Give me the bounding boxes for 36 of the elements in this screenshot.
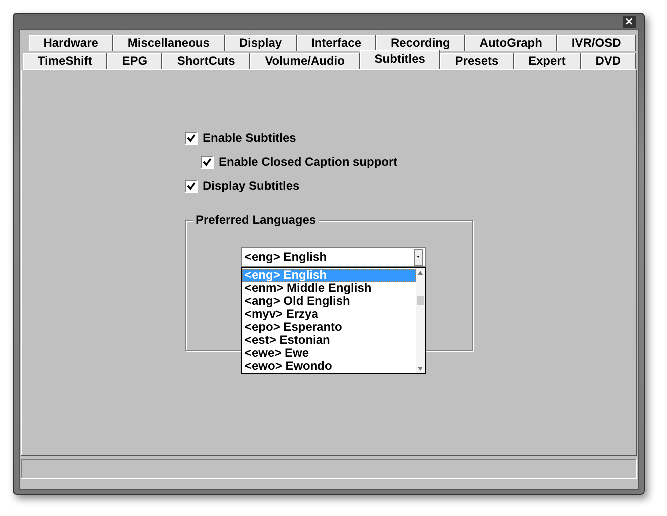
tab[interactable]: Recording: [376, 35, 466, 51]
checkbox[interactable]: [201, 156, 214, 168]
tab[interactable]: Presets: [440, 53, 514, 69]
tab[interactable]: ShortCuts: [162, 53, 250, 69]
tab[interactable]: Volume/Audio: [250, 53, 360, 69]
tab[interactable]: Expert: [514, 53, 581, 69]
checkbox-label: Display Subtitles: [203, 179, 300, 193]
tab[interactable]: DVD: [580, 53, 636, 69]
scroll-up-icon[interactable]: [418, 271, 423, 275]
list-item[interactable]: <ewo> Ewondo: [242, 360, 416, 373]
group-title: Preferred Languages: [193, 213, 320, 227]
language-dropdown[interactable]: <eng> English: [241, 247, 426, 267]
scrollbar[interactable]: [416, 268, 425, 373]
scroll-down-icon[interactable]: [418, 367, 423, 371]
tab[interactable]: Hardware: [29, 35, 114, 51]
checkbox-label: Enable Closed Caption support: [219, 155, 398, 169]
tab[interactable]: Display: [224, 35, 297, 51]
checkbox-label: Enable Subtitles: [203, 131, 296, 145]
scroll-thumb[interactable]: [417, 296, 424, 305]
tab[interactable]: Miscellaneous: [113, 35, 225, 51]
tab[interactable]: Subtitles: [360, 50, 440, 69]
tab[interactable]: TimeShift: [23, 53, 108, 69]
tab[interactable]: AutoGraph: [465, 35, 558, 51]
list-item[interactable]: <est> Estonian: [242, 334, 416, 347]
tab[interactable]: IVR/OSD: [557, 35, 636, 51]
tab[interactable]: Interface: [296, 35, 376, 51]
language-list[interactable]: <eng> English <enm> Middle English <ang> Old English <myv> Erzya <epo> Esperanto <est> Estonian <ewe> Ewe <ewo> Ewondo: [241, 267, 426, 374]
tab[interactable]: EPG: [107, 53, 162, 69]
list-item[interactable]: <enm> Middle English: [242, 282, 416, 295]
list-item[interactable]: <ewe> Ewe: [242, 347, 416, 360]
close-button[interactable]: ×: [622, 16, 636, 28]
checkbox[interactable]: [185, 180, 198, 192]
checkbox[interactable]: [185, 132, 198, 144]
list-item[interactable]: <ang> Old English: [242, 295, 416, 308]
list-item[interactable]: <myv> Erzya: [242, 308, 416, 321]
list-item[interactable]: <epo> Esperanto: [242, 321, 416, 334]
